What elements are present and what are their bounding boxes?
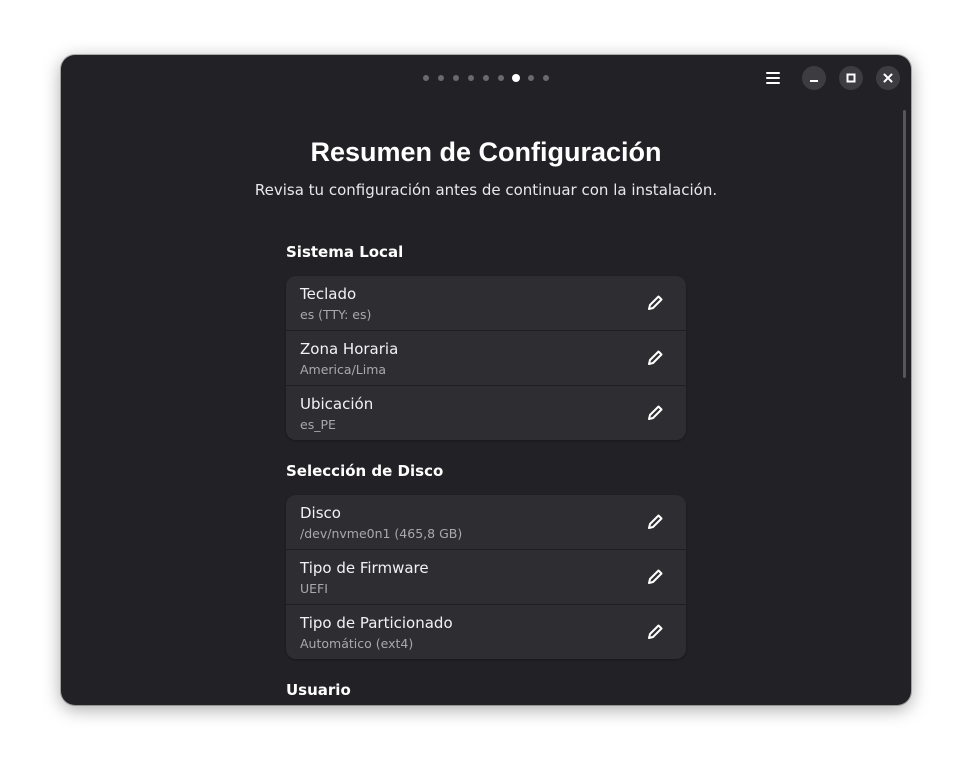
row-value: America/Lima — [300, 362, 387, 377]
row-title: Zona Horaria — [300, 340, 399, 358]
pencil-icon — [648, 569, 663, 584]
section-title-user: Usuario — [286, 681, 351, 699]
row-title: Teclado — [300, 285, 357, 303]
row-title: Disco — [300, 504, 341, 522]
list-item-disk: Disco /dev/nvme0n1 (465,8 GB) — [286, 495, 686, 550]
pencil-icon — [648, 295, 663, 310]
row-title: Tipo de Firmware — [300, 559, 429, 577]
edit-partitioning-button[interactable] — [643, 620, 667, 644]
page-title: Resumen de Configuración — [310, 137, 662, 167]
list-item-partitioning-type: Tipo de Particionado Automático (ext4) — [286, 605, 686, 659]
installer-window: Resumen de Configuración Revisa tu confi… — [61, 55, 911, 705]
page-subtitle: Revisa tu configuración antes de continu… — [254, 181, 718, 199]
list-item-keyboard: Teclado es (TTY: es) — [286, 276, 686, 331]
edit-disk-button[interactable] — [643, 510, 667, 534]
list-item-firmware-type: Tipo de Firmware UEFI — [286, 550, 686, 605]
row-value: es (TTY: es) — [300, 307, 372, 322]
edit-keyboard-button[interactable] — [643, 291, 667, 315]
pencil-icon — [648, 405, 663, 420]
section-title-local-system: Sistema Local — [286, 243, 404, 261]
pencil-icon — [648, 624, 663, 639]
list-item-timezone: Zona Horaria America/Lima — [286, 331, 686, 386]
pencil-icon — [648, 350, 663, 365]
row-title: Ubicación — [300, 395, 374, 413]
edit-timezone-button[interactable] — [643, 346, 667, 370]
row-title: Tipo de Particionado — [300, 614, 453, 632]
summary-page: Resumen de Configuración Revisa tu confi… — [61, 55, 911, 705]
row-value: Automático (ext4) — [300, 636, 414, 651]
row-value: UEFI — [300, 581, 328, 596]
section-title-disk-selection: Selección de Disco — [286, 462, 444, 480]
edit-firmware-button[interactable] — [643, 565, 667, 589]
edit-locale-button[interactable] — [643, 401, 667, 425]
row-value: es_PE — [300, 417, 336, 432]
disk-selection-card: Disco /dev/nvme0n1 (465,8 GB) Tipo de Fi… — [286, 495, 686, 659]
list-item-locale: Ubicación es_PE — [286, 386, 686, 440]
local-system-card: Teclado es (TTY: es) Zona Horaria Americ… — [286, 276, 686, 440]
scrollbar[interactable] — [903, 110, 906, 378]
pencil-icon — [648, 514, 663, 529]
row-value: /dev/nvme0n1 (465,8 GB) — [300, 526, 463, 541]
